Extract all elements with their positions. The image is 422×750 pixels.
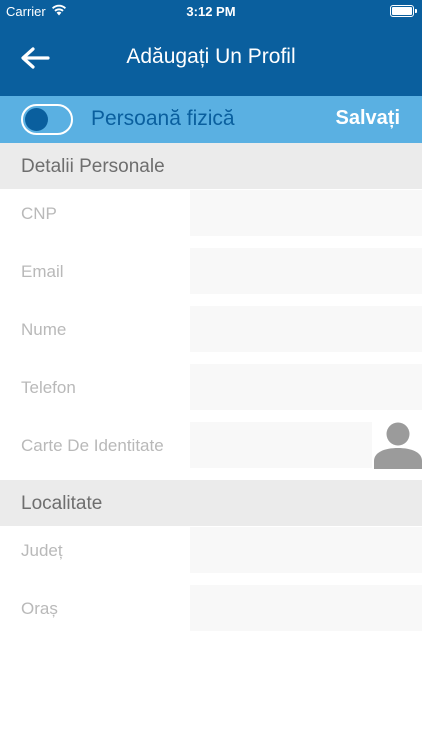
person-type-label: Persoană fizică <box>91 107 235 130</box>
field-name: Nume <box>0 306 422 352</box>
id-card-label: Carte De Identitate <box>0 422 190 468</box>
field-county: Județ <box>0 527 422 573</box>
city-label: Oraș <box>0 585 190 631</box>
page-title: Adăugați Un Profil <box>126 45 296 68</box>
navigation-header: Carrier 3:12 PM Adăugați Un Profil <box>0 0 422 96</box>
clock-time: 3:12 PM <box>186 4 236 19</box>
section-personal-details: Detalii Personale <box>0 143 422 189</box>
profile-toolbar: Persoană fizică Salvați <box>0 96 422 143</box>
cnp-label: CNP <box>0 190 190 236</box>
save-button[interactable]: Salvați <box>336 107 400 130</box>
person-icon <box>374 422 422 469</box>
avatar-button[interactable] <box>372 421 422 469</box>
field-id-card: Carte De Identitate <box>0 422 422 468</box>
email-input[interactable] <box>190 248 422 294</box>
city-input[interactable] <box>190 585 422 631</box>
person-type-toggle[interactable] <box>21 104 73 135</box>
status-bar: Carrier 3:12 PM <box>0 0 422 22</box>
name-input[interactable] <box>190 306 422 352</box>
field-email: Email <box>0 248 422 294</box>
section-location: Localitate <box>0 480 422 526</box>
field-phone: Telefon <box>0 364 422 410</box>
email-label: Email <box>0 248 190 294</box>
id-card-input[interactable] <box>190 422 372 468</box>
phone-input[interactable] <box>190 364 422 410</box>
battery-icon <box>390 5 417 17</box>
field-cnp: CNP <box>0 190 422 236</box>
county-label: Județ <box>0 527 190 573</box>
toggle-knob <box>25 108 48 131</box>
cnp-input[interactable] <box>190 190 422 236</box>
county-input[interactable] <box>190 527 422 573</box>
field-city: Oraș <box>0 585 422 631</box>
name-label: Nume <box>0 306 190 352</box>
phone-label: Telefon <box>0 364 190 410</box>
